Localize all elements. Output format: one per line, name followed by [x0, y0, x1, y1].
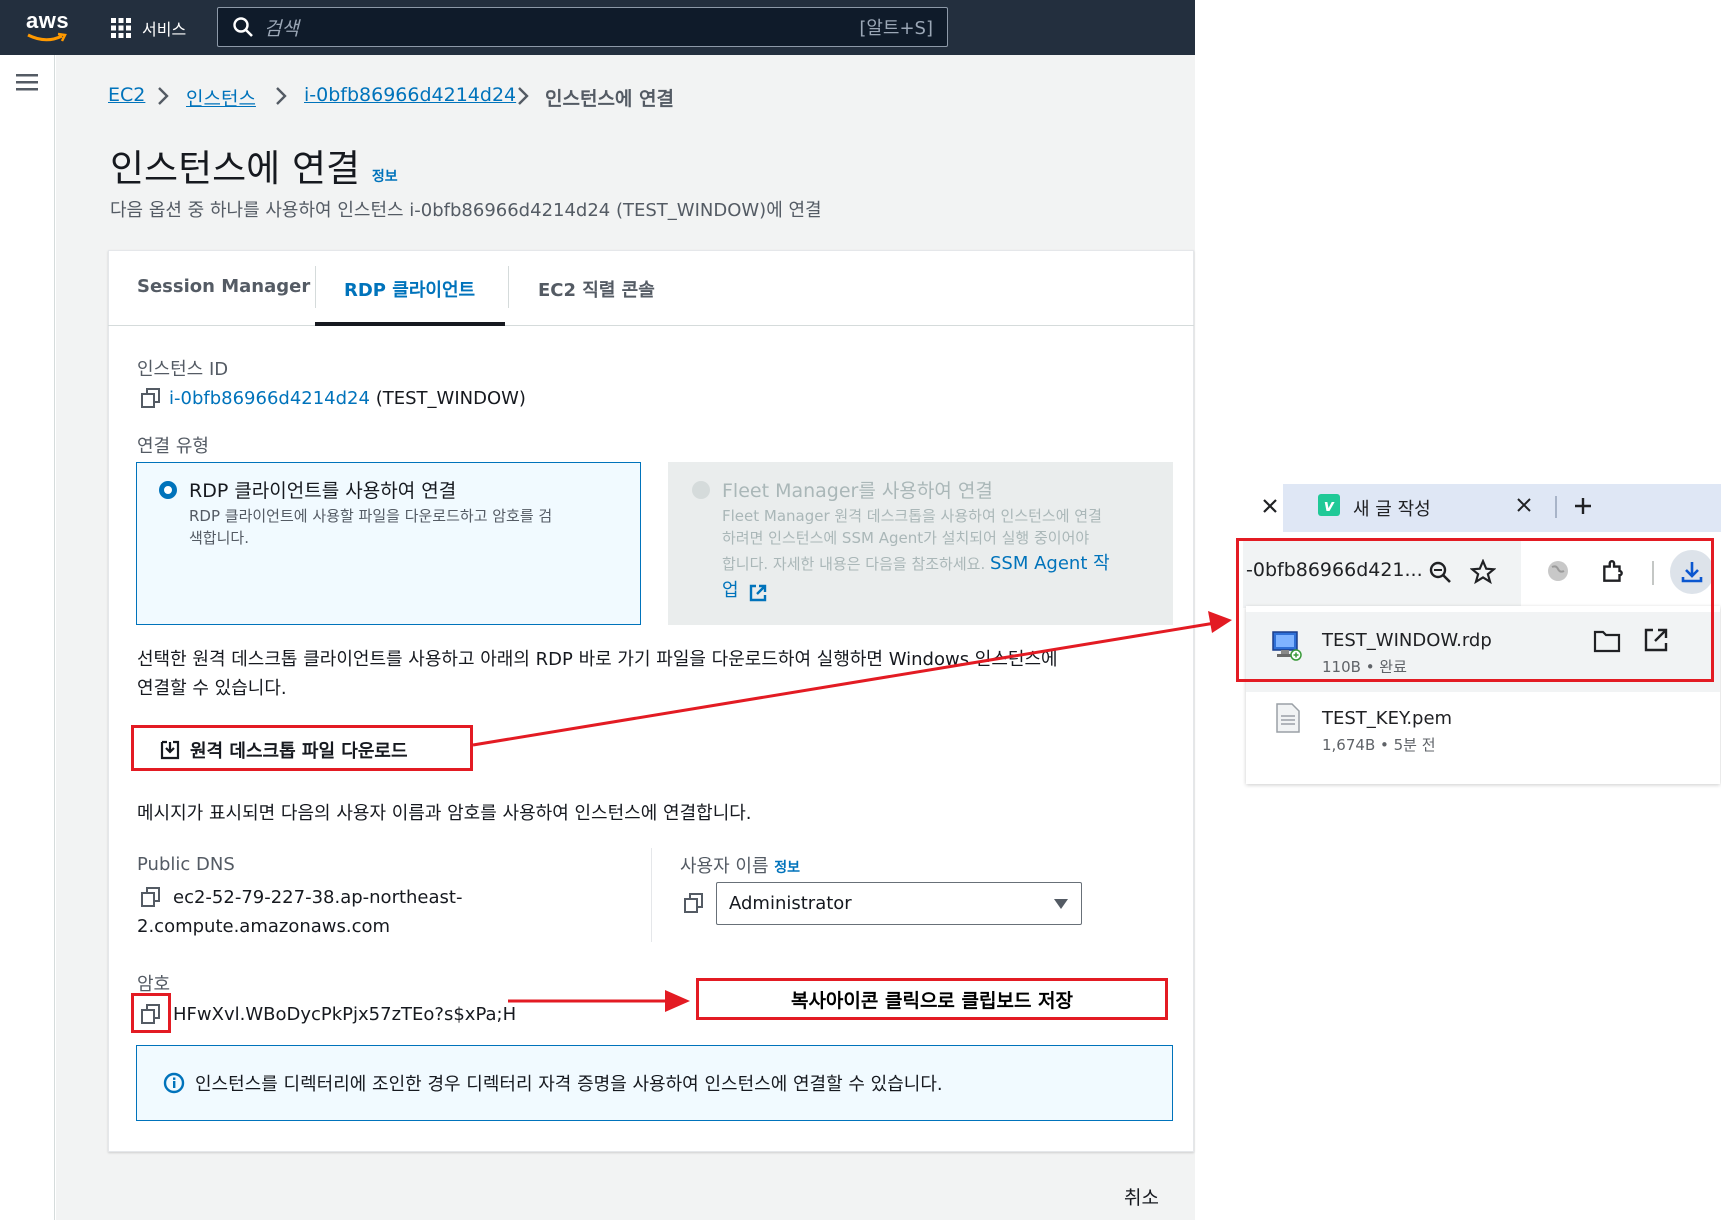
annotation-arrows	[472, 611, 1232, 1012]
arrow-head	[1208, 611, 1232, 633]
arrow-head	[665, 990, 690, 1012]
